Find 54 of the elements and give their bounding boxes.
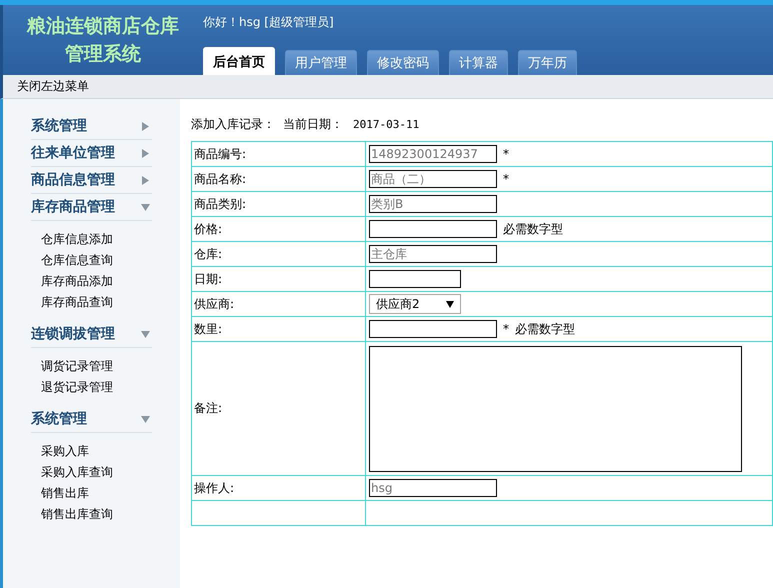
menu-item[interactable]: 库存商品查询 [41,292,180,313]
nav-tab[interactable]: 万年历 [518,50,577,75]
required-mark: * [503,172,509,186]
nav-tab[interactable]: 修改密码 [367,50,439,75]
current-date: 2017-03-11 [353,118,420,130]
input-field[interactable]: 类别B [369,195,497,213]
menu-item[interactable]: 采购入库查询 [41,462,180,483]
menu-item[interactable]: 销售出库查询 [41,504,180,525]
form-heading: 添加入库记录： [191,116,275,132]
field-label: 商品类别: [194,196,246,210]
menu-item[interactable]: 仓库信息添加 [41,229,180,250]
field-label: 价格: [194,222,222,236]
menu-item[interactable]: 采购入库 [41,441,180,462]
input-field[interactable]: 商品（二） [369,170,497,188]
field-label: 商品名称: [194,172,246,186]
app-title: 管理系统 [65,43,141,65]
date-label: 当前日期： [283,116,343,132]
app-title: 粮油连锁商店仓库 [27,15,179,37]
input-field[interactable]: 14892300124937 [369,145,497,163]
menu-group-header[interactable]: 商品信息管理 [31,167,152,194]
nav-tab[interactable]: 后台首页 [203,47,275,75]
field-hint: 必需数字型 [503,220,563,238]
menu-item[interactable]: 调货记录管理 [41,356,180,377]
menu-group-header[interactable]: 系统管理 [31,406,152,433]
field-label: 备注: [194,401,222,415]
input-field[interactable] [369,320,497,338]
nav-tab[interactable]: 用户管理 [285,50,357,75]
menu-group-header[interactable]: 系统管理 [31,113,152,140]
input-field[interactable] [369,270,461,288]
nav-tab[interactable]: 计算器 [449,50,508,75]
menu-group-header[interactable]: 往来单位管理 [31,140,152,167]
menu-group-header[interactable]: 连锁调拔管理 [31,321,152,348]
toggle-menu-link[interactable]: 关闭左边菜单 [3,75,89,98]
menu-item[interactable]: 退货记录管理 [41,377,180,398]
field-label: 数里: [194,322,222,336]
supplier-dropdown[interactable]: 供应商2 [369,294,461,314]
field-label: 操作人: [194,480,234,494]
required-mark: * [503,322,509,336]
field-label: 日期: [194,272,222,286]
menu-item[interactable]: 销售出库 [41,483,180,504]
input-field[interactable]: hsg [369,479,497,497]
field-hint: 必需数字型 [515,320,575,338]
required-mark: * [503,147,509,161]
field-label: 商品编号: [194,146,246,160]
caret-down-icon [446,300,454,308]
input-field[interactable] [369,220,497,238]
menu-group-header[interactable]: 库存商品管理 [31,194,152,221]
menu-item[interactable]: 库存商品添加 [41,271,180,292]
input-field[interactable]: 主仓库 [369,245,497,263]
field-label: 仓库: [194,246,222,260]
field-label: 供应商: [194,296,234,310]
remarks-field[interactable] [369,346,742,472]
menu-item[interactable]: 仓库信息查询 [41,250,180,271]
greeting-text: 你好！hsg [超级管理员] [203,14,335,31]
